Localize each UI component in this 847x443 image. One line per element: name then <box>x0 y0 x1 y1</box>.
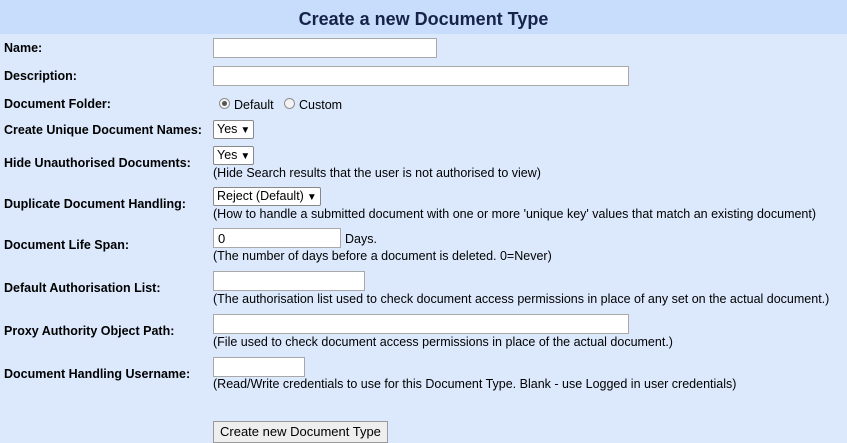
duplicate-handling-hint: (How to handle a submitted document with… <box>213 207 817 221</box>
hide-unauthorised-select[interactable]: Yes ▼ <box>213 146 255 165</box>
folder-custom-radio[interactable] <box>284 98 295 109</box>
proxy-path-label: Proxy Authority Object Path: <box>4 324 175 338</box>
username-input[interactable] <box>213 357 305 377</box>
life-span-hint: (The number of days before a document is… <box>213 249 552 263</box>
auth-list-input[interactable] <box>213 271 365 291</box>
folder-default-radio[interactable] <box>219 98 230 109</box>
chevron-down-icon: ▼ <box>240 151 251 162</box>
name-input[interactable] <box>213 38 437 58</box>
username-label: Document Handling Username: <box>4 367 191 381</box>
auth-list-hint: (The authorisation list used to check do… <box>213 292 830 306</box>
duplicate-handling-label: Duplicate Document Handling: <box>4 197 186 211</box>
document-folder-label: Document Folder: <box>4 97 111 111</box>
unique-names-select[interactable]: Yes ▼ <box>213 120 255 139</box>
chevron-down-icon: ▼ <box>240 125 251 136</box>
auth-list-label: Default Authorisation List: <box>4 281 161 295</box>
name-label: Name: <box>4 41 43 55</box>
proxy-path-hint: (File used to check document access perm… <box>213 335 673 349</box>
life-span-label: Document Life Span: <box>4 238 130 252</box>
page-title: Create a new Document Type <box>0 0 847 34</box>
folder-custom-label: Custom <box>299 98 343 112</box>
chevron-down-icon: ▼ <box>306 192 317 203</box>
duplicate-handling-value: Reject (Default) <box>217 189 304 203</box>
hide-unauthorised-value: Yes <box>217 148 238 162</box>
folder-default-label: Default <box>234 98 274 112</box>
description-input[interactable] <box>213 66 629 86</box>
hide-unauthorised-hint: (Hide Search results that the user is no… <box>213 166 541 180</box>
unique-names-label: Create Unique Document Names: <box>4 123 202 137</box>
life-span-unit: Days. <box>345 232 377 246</box>
proxy-path-input[interactable] <box>213 314 629 334</box>
hide-unauthorised-label: Hide Unauthorised Documents: <box>4 156 191 170</box>
life-span-input[interactable] <box>213 228 341 248</box>
unique-names-value: Yes <box>217 122 238 136</box>
description-label: Description: <box>4 69 77 83</box>
username-hint: (Read/Write credentials to use for this … <box>213 377 737 391</box>
duplicate-handling-select[interactable]: Reject (Default) ▼ <box>213 187 321 206</box>
